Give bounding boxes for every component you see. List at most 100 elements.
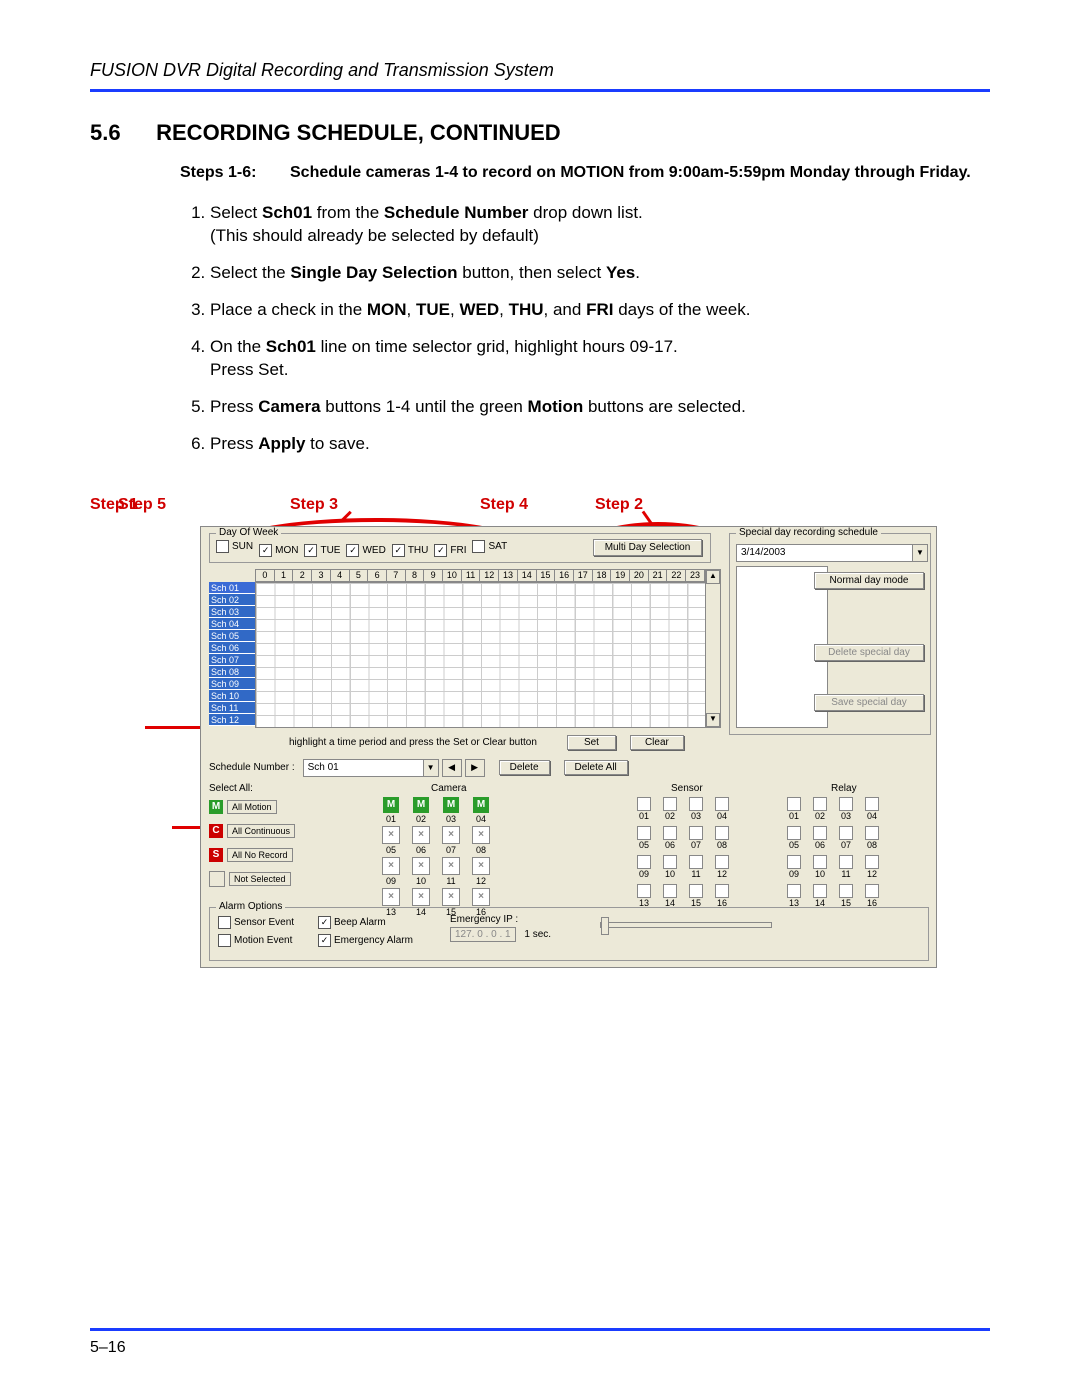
relay-button[interactable]: 04 — [859, 797, 885, 821]
select-all-not-selected[interactable]: Not Selected — [209, 871, 319, 887]
sensor-button[interactable]: 06 — [657, 826, 683, 850]
camera-button[interactable]: ×09 — [376, 857, 406, 886]
schedule-number-dropdown[interactable]: Sch 01 ▼ — [303, 759, 439, 777]
app-panel: Day Of Week SUN ✓MON ✓TUE ✓WED ✓THU ✓FRI SAT M… — [200, 526, 937, 968]
delete-button[interactable]: Delete — [499, 760, 550, 775]
relay-button[interactable]: 05 — [781, 826, 807, 850]
camera-button[interactable]: M04 — [466, 797, 496, 824]
day-of-week-legend: Day Of Week — [216, 527, 281, 538]
relay-button[interactable]: 11 — [833, 855, 859, 879]
relay-button[interactable]: 06 — [807, 826, 833, 850]
save-special-day-button[interactable]: Save special day — [814, 694, 924, 711]
sensor-button[interactable]: 12 — [709, 855, 735, 879]
clear-button[interactable]: Clear — [630, 735, 684, 750]
schedule-row[interactable]: Sch 11 — [209, 702, 255, 714]
alarm-slider-thumb[interactable] — [601, 917, 609, 935]
hour-cell: 6 — [367, 569, 386, 582]
day-checkbox-sun[interactable]: SUN — [216, 540, 253, 553]
schedule-row[interactable]: Sch 07 — [209, 654, 255, 666]
camera-button[interactable]: ×08 — [466, 826, 496, 855]
step-5: Press Camera buttons 1-4 until the green… — [210, 396, 990, 419]
schedule-row[interactable]: Sch 01 — [209, 582, 255, 594]
camera-button[interactable]: M01 — [376, 797, 406, 824]
relay-button[interactable]: 14 — [807, 884, 833, 908]
camera-button[interactable]: ×05 — [376, 826, 406, 855]
empty-icon: × — [382, 826, 400, 844]
relay-button[interactable]: 10 — [807, 855, 833, 879]
day-checkbox-thu[interactable]: ✓THU — [392, 544, 429, 557]
relay-button[interactable]: 07 — [833, 826, 859, 850]
relay-button[interactable]: 02 — [807, 797, 833, 821]
sensor-button[interactable]: 16 — [709, 884, 735, 908]
sensor-button[interactable]: 09 — [631, 855, 657, 879]
special-date-value: 3/14/2003 — [741, 547, 786, 558]
prev-schedule-button[interactable]: ◀ — [442, 759, 462, 777]
day-checkbox-sat[interactable]: SAT — [472, 540, 507, 553]
camera-button[interactable]: M03 — [436, 797, 466, 824]
camera-button[interactable]: ×07 — [436, 826, 466, 855]
select-all-all-motion[interactable]: MAll Motion — [209, 799, 319, 815]
select-all-all-no-record[interactable]: SAll No Record — [209, 847, 319, 863]
relay-button[interactable]: 16 — [859, 884, 885, 908]
relay-button[interactable]: 15 — [833, 884, 859, 908]
sensor-button[interactable]: 03 — [683, 797, 709, 821]
time-grid[interactable] — [255, 582, 707, 728]
camera-button[interactable]: ×11 — [436, 857, 466, 886]
relay-button[interactable]: 08 — [859, 826, 885, 850]
select-all-all-continuous[interactable]: CAll Continuous — [209, 823, 319, 839]
motion-event-checkbox[interactable]: Motion Event — [218, 934, 292, 947]
relay-button[interactable]: 03 — [833, 797, 859, 821]
next-schedule-button[interactable]: ▶ — [465, 759, 485, 777]
sensor-button[interactable]: 13 — [631, 884, 657, 908]
sensor-button[interactable]: 05 — [631, 826, 657, 850]
delete-special-day-button[interactable]: Delete special day — [814, 644, 924, 661]
alarm-slider-track[interactable] — [600, 922, 772, 928]
delete-all-button[interactable]: Delete All — [564, 760, 628, 775]
schedule-list[interactable]: Sch 01Sch 02Sch 03Sch 04Sch 05Sch 06Sch … — [209, 582, 255, 726]
schedule-row[interactable]: Sch 03 — [209, 606, 255, 618]
dropdown-arrow-icon[interactable]: ▼ — [912, 545, 927, 561]
schedule-row[interactable]: Sch 08 — [209, 666, 255, 678]
sensor-button[interactable]: 15 — [683, 884, 709, 908]
relay-button[interactable]: 01 — [781, 797, 807, 821]
sensor-button[interactable]: 02 — [657, 797, 683, 821]
schedule-row[interactable]: Sch 04 — [209, 618, 255, 630]
day-checkbox-fri[interactable]: ✓FRI — [434, 544, 466, 557]
sensor-button[interactable]: 08 — [709, 826, 735, 850]
camera-button[interactable]: M02 — [406, 797, 436, 824]
schedule-row[interactable]: Sch 09 — [209, 678, 255, 690]
schedule-row[interactable]: Sch 10 — [209, 690, 255, 702]
schedule-row[interactable]: Sch 06 — [209, 642, 255, 654]
dropdown-arrow-icon[interactable]: ▼ — [423, 760, 438, 776]
relay-button[interactable]: 13 — [781, 884, 807, 908]
scrollbar-down-icon[interactable]: ▼ — [706, 713, 720, 727]
set-button[interactable]: Set — [567, 735, 616, 750]
sensor-button[interactable]: 04 — [709, 797, 735, 821]
relay-button[interactable]: 12 — [859, 855, 885, 879]
relay-button[interactable]: 09 — [781, 855, 807, 879]
sensor-button[interactable]: 11 — [683, 855, 709, 879]
emergency-alarm-checkbox[interactable]: ✓Emergency Alarm — [318, 934, 413, 947]
day-checkbox-tue[interactable]: ✓TUE — [304, 544, 340, 557]
normal-day-mode-button[interactable]: Normal day mode — [814, 572, 924, 589]
sensor-button[interactable]: 14 — [657, 884, 683, 908]
camera-button[interactable]: ×06 — [406, 826, 436, 855]
scrollbar-up-icon[interactable]: ▲ — [706, 570, 720, 584]
emergency-ip-field[interactable]: 127. 0 . 0 . 1 — [450, 927, 516, 942]
camera-button[interactable]: ×10 — [406, 857, 436, 886]
multi-day-selection-button[interactable]: Multi Day Selection — [593, 539, 702, 556]
sensor-event-checkbox[interactable]: Sensor Event — [218, 916, 294, 929]
page-number: 5–16 — [90, 1339, 990, 1357]
day-checkbox-wed[interactable]: ✓WED — [346, 544, 385, 557]
schedule-row[interactable]: Sch 12 — [209, 714, 255, 726]
beep-alarm-checkbox[interactable]: ✓Beep Alarm — [318, 916, 386, 929]
camera-button[interactable]: ×12 — [466, 857, 496, 886]
sensor-button[interactable]: 07 — [683, 826, 709, 850]
day-checkbox-mon[interactable]: ✓MON — [259, 544, 298, 557]
schedule-row[interactable]: Sch 02 — [209, 594, 255, 606]
schedule-row[interactable]: Sch 05 — [209, 630, 255, 642]
grid-scrollbar[interactable]: ▲ ▼ — [705, 569, 721, 728]
sensor-button[interactable]: 10 — [657, 855, 683, 879]
sensor-button[interactable]: 01 — [631, 797, 657, 821]
special-date-dropdown[interactable]: 3/14/2003 ▼ — [736, 544, 928, 562]
